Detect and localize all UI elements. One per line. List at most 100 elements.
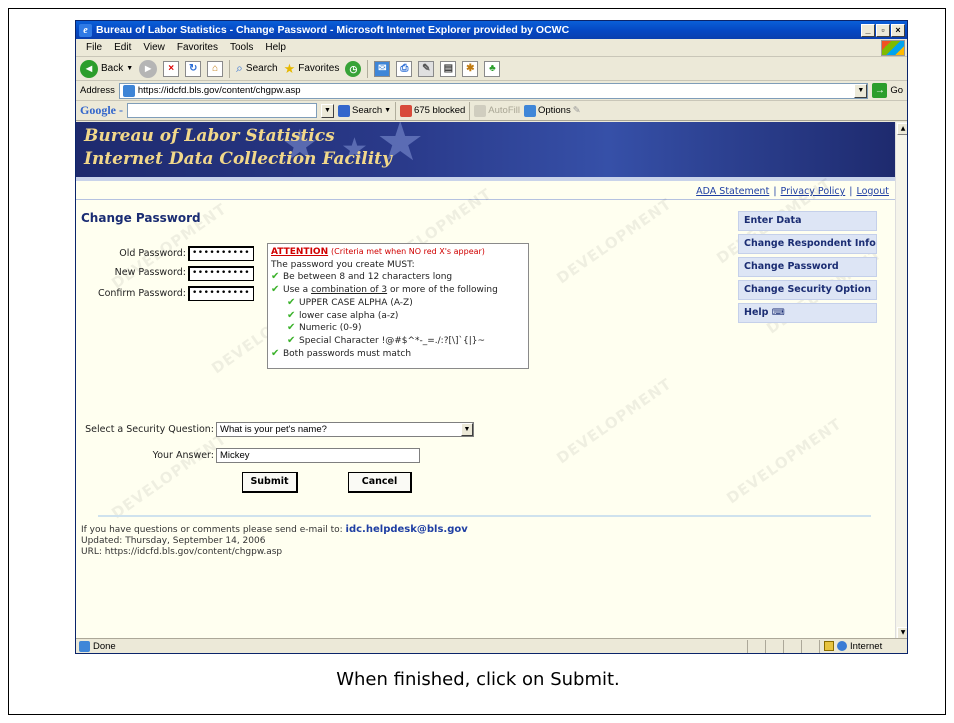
title-bar: e Bureau of Labor Statistics - Change Pa… <box>76 21 907 39</box>
google-search-input[interactable] <box>127 103 317 118</box>
page-done-icon <box>79 640 90 652</box>
google-logo[interactable]: Google - <box>80 103 123 118</box>
favorites-button[interactable]: ★ Favorites <box>284 61 340 77</box>
research-icon[interactable]: ✱ <box>462 60 479 77</box>
star-icon: ★ <box>283 60 296 76</box>
helpdesk-email-link[interactable]: idc.helpdesk@bls.gov <box>346 524 468 535</box>
contact-text: If you have questions or comments please… <box>81 525 346 535</box>
back-button[interactable]: ◄ Back ▼ <box>80 59 134 78</box>
vertical-scrollbar[interactable]: ▲ ▼ <box>895 122 907 640</box>
criteria-length: ✔ Be between 8 and 12 characters long <box>271 271 453 283</box>
new-password-input[interactable]: •••••••••• <box>188 266 254 281</box>
ada-statement-link[interactable]: ADA Statement <box>696 186 769 197</box>
toolbar-divider <box>367 59 369 78</box>
sidebar-item-change-security-option[interactable]: Change Security Option <box>738 280 877 300</box>
home-icon[interactable]: ⌂ <box>207 60 224 77</box>
old-password-label: Old Password: <box>119 248 186 259</box>
page-title: Change Password <box>81 211 201 225</box>
scroll-up-icon[interactable]: ▲ <box>897 123 907 135</box>
address-bar: Address https://idcfd.bls.gov/content/ch… <box>76 81 907 101</box>
pencil-icon: ✎ <box>572 105 581 116</box>
slide-frame: e Bureau of Labor Statistics - Change Pa… <box>8 8 946 715</box>
search-button[interactable]: ⌕ Search <box>236 61 277 76</box>
updated-date: Updated: Thursday, September 14, 2006 <box>81 536 266 546</box>
edit-icon[interactable]: ✎ <box>418 60 435 77</box>
page-icon <box>122 84 135 97</box>
old-password-input[interactable]: •••••••••• <box>188 246 254 261</box>
submit-button[interactable]: Submit <box>242 472 298 493</box>
status-pane <box>747 639 765 653</box>
page-url: URL: https://idcfd.bls.gov/content/chgpw… <box>81 547 283 557</box>
autofill-button[interactable]: AutoFill <box>474 104 520 117</box>
menu-help[interactable]: Help <box>259 42 292 53</box>
menu-bar: File Edit View Favorites Tools Help <box>76 39 907 57</box>
sidebar-item-help[interactable]: Help ⌨ <box>738 303 877 323</box>
menu-edit[interactable]: Edit <box>108 42 137 53</box>
menu-view[interactable]: View <box>137 42 171 53</box>
answer-label: Your Answer: <box>152 450 214 461</box>
popup-blocker-button[interactable]: 675 blocked <box>400 104 465 117</box>
google-toolbar: Google - ▼ Search ▼ 675 blocked AutoFill… <box>76 101 907 121</box>
status-pane <box>783 639 801 653</box>
check-icon: ✔ <box>271 284 280 296</box>
sidebar-nav: Enter Data Change Respondent Info Change… <box>738 211 877 326</box>
history-icon[interactable]: ◷ <box>345 60 362 77</box>
status-bar: Done Internet <box>76 638 907 653</box>
check-icon: ✔ <box>287 322 296 334</box>
chevron-down-icon[interactable]: ▼ <box>461 423 473 436</box>
security-question-select[interactable]: What is your pet's name? ▼ <box>216 422 474 437</box>
google-search-button[interactable]: Search ▼ <box>338 104 391 117</box>
check-icon: ✔ <box>271 347 280 359</box>
help-label: Help <box>744 307 769 318</box>
close-button[interactable]: × <box>891 23 905 37</box>
menu-file[interactable]: File <box>80 42 108 53</box>
browser-window: e Bureau of Labor Statistics - Change Pa… <box>75 20 908 654</box>
banner-line-2: Internet Data Collection Facility <box>84 149 392 169</box>
options-button[interactable]: Options ✎ <box>523 104 581 117</box>
chevron-down-icon: ▼ <box>126 65 134 72</box>
ie-icon: e <box>79 23 92 37</box>
address-value: https://idcfd.bls.gov/content/chgpw.asp <box>137 85 301 96</box>
google-search-label: Search <box>352 105 383 116</box>
toolbar-divider <box>395 101 397 120</box>
top-links: ADA Statement | Privacy Policy | Logout <box>696 186 889 197</box>
print-icon[interactable]: ⎙ <box>396 60 413 77</box>
address-label: Address <box>80 85 115 96</box>
watermark: DEVELOPMENT <box>723 414 846 508</box>
favorites-label: Favorites <box>298 63 340 74</box>
answer-input[interactable]: Mickey <box>216 448 420 463</box>
status-pane <box>801 639 819 653</box>
check-icon: ✔ <box>287 296 296 308</box>
logout-link[interactable]: Logout <box>856 186 889 197</box>
chevron-down-icon[interactable]: ▼ <box>854 83 868 98</box>
status-text: Done <box>93 640 116 652</box>
maximize-button[interactable]: ▫ <box>876 23 890 37</box>
confirm-password-input[interactable]: •••••••••• <box>188 286 254 301</box>
banner-line-1: Bureau of Labor Statistics <box>84 126 335 146</box>
autofill-icon <box>474 104 487 117</box>
sidebar-item-enter-data[interactable]: Enter Data <box>738 211 877 231</box>
cancel-button[interactable]: Cancel <box>348 472 412 493</box>
watermark: DEVELOPMENT <box>108 429 231 523</box>
messenger-icon[interactable]: ♣ <box>484 60 501 77</box>
address-input[interactable]: https://idcfd.bls.gov/content/chgpw.asp … <box>118 82 869 99</box>
zone-label: Internet <box>850 640 883 652</box>
security-question-value: What is your pet's name? <box>220 424 327 435</box>
menu-favorites[interactable]: Favorites <box>171 42 224 53</box>
go-button[interactable]: → Go <box>872 83 907 98</box>
minimize-button[interactable]: _ <box>861 23 875 37</box>
refresh-icon[interactable]: ↻ <box>185 60 202 77</box>
discuss-icon[interactable]: ▤ <box>440 60 457 77</box>
mail-icon[interactable]: ✉ <box>374 60 391 77</box>
sidebar-item-change-respondent-info[interactable]: Change Respondent Info <box>738 234 877 254</box>
chevron-down-icon[interactable]: ▼ <box>321 103 334 118</box>
forward-button[interactable]: ► <box>139 59 158 78</box>
menu-tools[interactable]: Tools <box>224 42 259 53</box>
password-criteria-box: ATTENTION (Criteria met when NO red X's … <box>267 243 529 369</box>
options-icon <box>523 104 536 117</box>
status-pane <box>765 639 783 653</box>
criteria-uppercase: ✔ UPPER CASE ALPHA (A-Z) <box>287 296 413 308</box>
stop-icon[interactable]: × <box>163 60 180 77</box>
window-title: Bureau of Labor Statistics - Change Pass… <box>96 24 570 36</box>
sidebar-item-change-password[interactable]: Change Password <box>738 257 877 277</box>
